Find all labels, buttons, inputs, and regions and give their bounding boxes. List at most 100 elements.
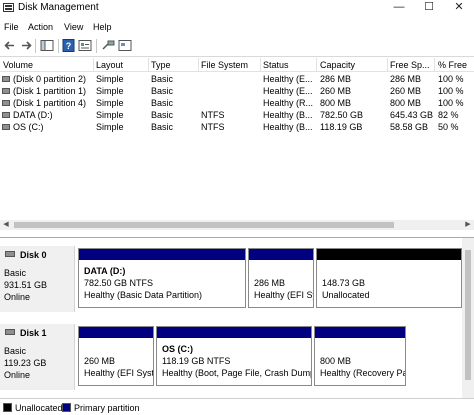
partition-data-d[interactable]: DATA (D:) 782.50 GB NTFS Healthy (Basic … — [78, 248, 246, 308]
disk-kind: Basic — [4, 268, 27, 278]
cell-capacity: 286 MB — [320, 74, 352, 84]
partition-size: 800 MB — [320, 356, 352, 366]
cell-status: Healthy (B... — [263, 110, 313, 120]
col-type[interactable]: Type — [151, 60, 195, 72]
cell-status: Healthy (B... — [263, 122, 313, 132]
partition-efi-disk0[interactable]: 286 MB Healthy (EFI Sy — [248, 248, 314, 308]
disk-0-label[interactable]: Disk 0 Basic 931.51 GB Online — [0, 246, 75, 312]
cell-file-system: NTFS — [201, 110, 225, 120]
minimize-button[interactable]: — — [384, 0, 414, 16]
connect-disk-icon[interactable] — [101, 39, 115, 52]
cell-layout: Simple — [96, 122, 124, 132]
col-percent-free[interactable]: % Free — [438, 60, 472, 72]
cell-percent-free: 82 % — [438, 110, 459, 120]
scroll-left-icon[interactable]: ◀ — [0, 220, 12, 230]
partition-recovery[interactable]: 800 MB Healthy (Recovery Pa — [314, 326, 406, 386]
column-divider[interactable] — [148, 58, 149, 72]
volume-icon — [2, 88, 10, 94]
maximize-button[interactable]: ☐ — [414, 0, 444, 16]
disk-name: Disk 1 — [20, 328, 47, 338]
col-capacity[interactable]: Capacity — [320, 60, 384, 72]
vertical-scrollbar[interactable] — [462, 238, 474, 398]
disk-icon — [5, 329, 15, 335]
cell-capacity: 260 MB — [320, 86, 352, 96]
close-button[interactable]: ✕ — [444, 0, 474, 16]
forward-arrow-icon[interactable] — [19, 39, 33, 52]
cell-free-space: 645.43 GB — [390, 110, 434, 120]
toolbar-separator — [58, 39, 59, 53]
settings-panel-icon[interactable] — [118, 39, 132, 52]
partition-type-bar — [315, 327, 405, 338]
partition-type-bar — [249, 249, 313, 260]
column-divider[interactable] — [434, 58, 435, 72]
disk-graphical-view: Disk 0 Basic 931.51 GB Online DATA (D:) … — [0, 237, 474, 397]
primary-partition-swatch — [62, 403, 71, 412]
menu-action[interactable]: Action — [28, 22, 53, 32]
toolbar: ? — [0, 35, 474, 57]
volume-icon — [2, 112, 10, 118]
cell-type: Basic — [151, 98, 174, 108]
properties-icon[interactable] — [78, 39, 92, 52]
partition-unallocated[interactable]: 148.73 GB Unallocated — [316, 248, 462, 308]
cell-free-space: 800 MB — [390, 98, 422, 108]
cell-type: Basic — [151, 122, 174, 132]
column-divider[interactable] — [260, 58, 261, 72]
cell-type: Basic — [151, 110, 174, 120]
cell-volume: (Disk 1 partition 1) — [13, 86, 87, 96]
volume-icon — [2, 76, 10, 82]
back-arrow-icon[interactable] — [3, 39, 17, 52]
disk-size: 119.23 GB — [4, 358, 47, 368]
menu-view[interactable]: View — [64, 22, 83, 32]
legend-primary: Primary partition — [74, 403, 140, 413]
col-file-system[interactable]: File System — [201, 60, 257, 72]
col-volume[interactable]: Volume — [3, 60, 91, 72]
disk-1-label[interactable]: Disk 1 Basic 119.23 GB Online — [0, 324, 75, 390]
partition-type-bar — [79, 249, 245, 260]
table-row[interactable]: (Disk 1 partition 1) Simple Basic Health… — [0, 85, 474, 97]
cell-layout: Simple — [96, 86, 124, 96]
disk-state: Online — [4, 292, 31, 302]
col-free-space[interactable]: Free Sp... — [390, 60, 432, 72]
partition-status: Unallocated — [322, 290, 370, 300]
partition-size: 260 MB — [84, 356, 116, 366]
col-status[interactable]: Status — [263, 60, 313, 72]
table-row[interactable]: DATA (D:) Simple Basic NTFS Healthy (B..… — [0, 109, 474, 121]
partition-status: Healthy (Boot, Page File, Crash Dump, — [162, 368, 312, 378]
console-tree-icon[interactable] — [40, 39, 54, 52]
table-row[interactable]: OS (C:) Simple Basic NTFS Healthy (B... … — [0, 121, 474, 133]
partition-status: Healthy (EFI Syst — [84, 368, 154, 378]
legend-unallocated: Unallocated — [15, 403, 63, 413]
cell-volume: DATA (D:) — [13, 110, 53, 120]
partition-type-bar — [157, 327, 311, 338]
cell-free-space: 286 MB — [390, 74, 422, 84]
cell-type: Basic — [151, 86, 174, 96]
scroll-right-icon[interactable]: ▶ — [462, 220, 474, 230]
column-divider[interactable] — [387, 58, 388, 72]
table-row[interactable]: (Disk 1 partition 4) Simple Basic Health… — [0, 97, 474, 109]
table-row[interactable]: (Disk 0 partition 2) Simple Basic Health… — [0, 73, 474, 85]
help-icon[interactable]: ? — [62, 39, 76, 52]
partition-size: 118.19 GB NTFS — [162, 356, 231, 366]
cell-percent-free: 100 % — [438, 74, 464, 84]
disk-icon — [5, 251, 15, 257]
svg-text:?: ? — [66, 41, 72, 51]
partition-os-c[interactable]: OS (C:) 118.19 GB NTFS Healthy (Boot, Pa… — [156, 326, 312, 386]
partition-efi-disk1[interactable]: 260 MB Healthy (EFI Syst — [78, 326, 154, 386]
cell-percent-free: 50 % — [438, 122, 459, 132]
col-layout[interactable]: Layout — [96, 60, 146, 72]
scroll-thumb[interactable] — [14, 222, 394, 228]
horizontal-scrollbar[interactable]: ◀ ▶ — [0, 220, 474, 230]
menu-file[interactable]: File — [4, 22, 19, 32]
column-divider[interactable] — [93, 58, 94, 72]
scroll-thumb[interactable] — [465, 250, 471, 380]
menu-help[interactable]: Help — [93, 22, 112, 32]
column-divider[interactable] — [198, 58, 199, 72]
column-divider[interactable] — [316, 58, 317, 72]
toolbar-separator — [96, 39, 97, 53]
partition-type-bar — [317, 249, 461, 260]
partition-status: Healthy (Basic Data Partition) — [84, 290, 203, 300]
cell-capacity: 800 MB — [320, 98, 352, 108]
cell-free-space: 58.58 GB — [390, 122, 429, 132]
partition-name: OS (C:) — [162, 344, 193, 354]
volume-list-header: Volume Layout Type File System Status Ca… — [0, 58, 474, 72]
